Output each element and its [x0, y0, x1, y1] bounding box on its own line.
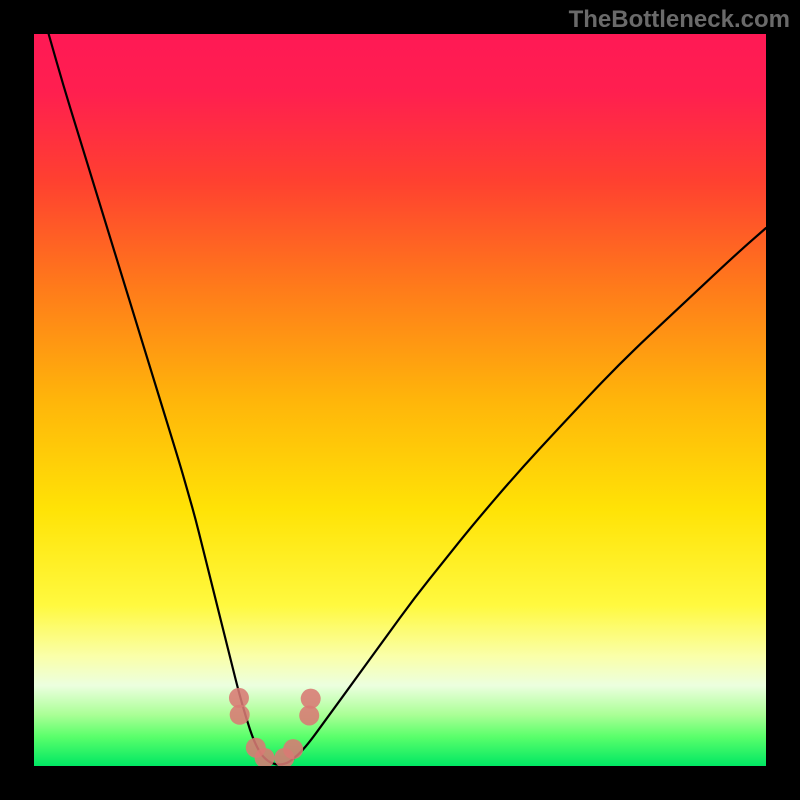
- chart-background: [34, 34, 766, 766]
- marker-dot: [301, 689, 321, 709]
- chart-plot-area: [34, 34, 766, 766]
- marker-dot: [230, 705, 250, 725]
- watermark-text: TheBottleneck.com: [569, 6, 790, 34]
- marker-dot: [283, 739, 303, 759]
- chart-svg: [34, 34, 766, 766]
